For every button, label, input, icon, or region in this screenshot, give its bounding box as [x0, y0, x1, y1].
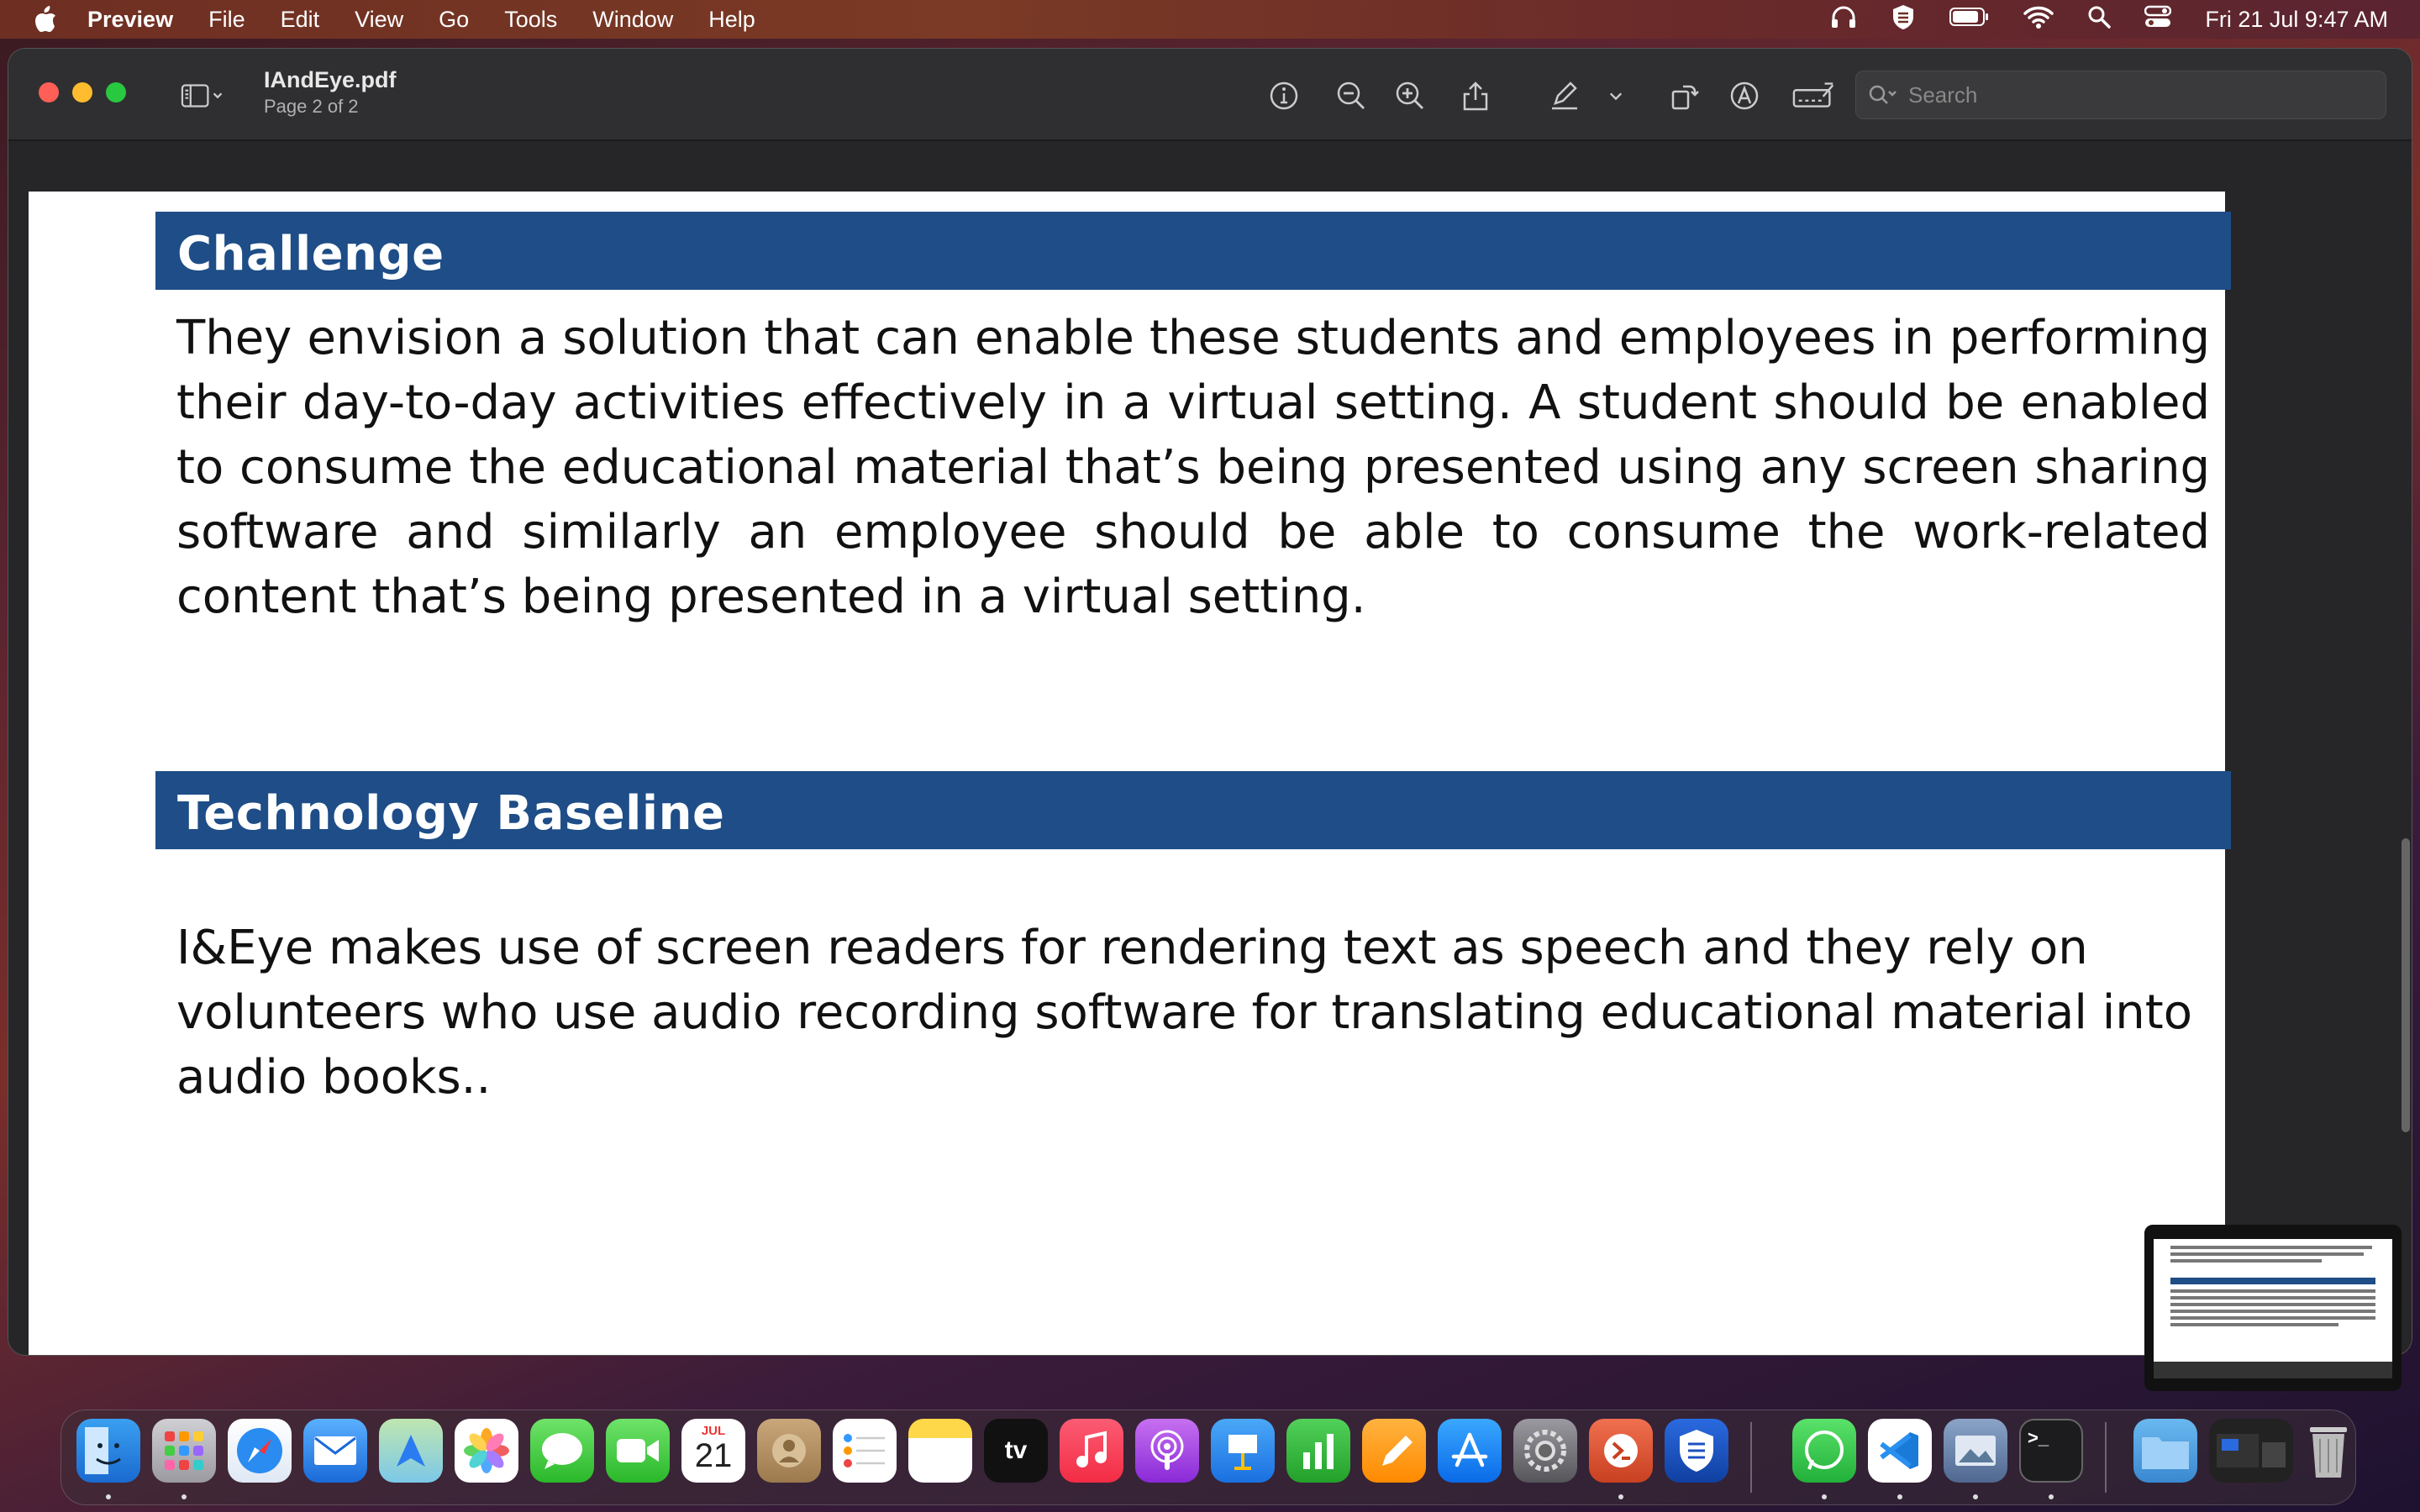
form-fill-icon[interactable] — [1791, 77, 1839, 114]
close-window-button[interactable] — [39, 82, 59, 102]
preview-app-icon[interactable] — [1944, 1419, 2007, 1483]
menu-bar: Preview File Edit View Go Tools Window H… — [0, 0, 2420, 39]
share-icon[interactable] — [1457, 77, 1494, 114]
sidebar-toggle-button[interactable] — [173, 77, 234, 114]
calendar-day: 21 — [694, 1437, 733, 1474]
downloads-folder-icon[interactable] — [2133, 1419, 2197, 1483]
running-indicator — [2049, 1494, 2054, 1499]
vscode-icon[interactable] — [1868, 1419, 1932, 1483]
photos-icon[interactable] — [455, 1419, 518, 1483]
menu-window[interactable]: Window — [592, 7, 673, 33]
vertical-scrollbar[interactable] — [2402, 838, 2410, 1132]
section-heading: Challenge — [177, 227, 445, 281]
menu-go[interactable]: Go — [439, 7, 469, 33]
messages-icon[interactable] — [530, 1419, 594, 1483]
calendar-month: JUL — [701, 1424, 726, 1438]
apple-tv-icon[interactable]: tv — [984, 1419, 1048, 1483]
menu-app-name[interactable]: Preview — [87, 7, 173, 33]
apple-menu-icon[interactable] — [29, 5, 62, 34]
section-body-challenge: They envision a solution that can enable… — [176, 311, 2210, 624]
terminal-prompt: >_ — [2028, 1427, 2049, 1448]
running-indicator — [106, 1494, 111, 1499]
menu-help[interactable]: Help — [708, 7, 755, 33]
section-body-technology-baseline: I&Eye makes use of screen readers for re… — [176, 921, 2192, 1105]
section-heading: Technology Baseline — [177, 786, 725, 841]
pages-icon[interactable] — [1362, 1419, 1426, 1483]
page-indicator: Page 2 of 2 — [264, 96, 359, 117]
dock-divider — [2105, 1422, 2107, 1493]
zoom-window-button[interactable] — [106, 82, 126, 102]
markup-circle-icon[interactable] — [1726, 77, 1763, 114]
recent-window-icon[interactable] — [2209, 1419, 2293, 1483]
system-settings-icon[interactable] — [1513, 1419, 1577, 1483]
rotate-icon[interactable] — [1665, 77, 1702, 114]
menu-tools[interactable]: Tools — [504, 7, 557, 33]
numbers-icon[interactable] — [1286, 1419, 1350, 1483]
window-toolbar: IAndEye.pdf Page 2 of 2 — [8, 49, 2412, 141]
vpn-shield-icon[interactable] — [1665, 1419, 1728, 1483]
running-indicator — [1618, 1494, 1623, 1499]
chevron-down-icon[interactable] — [1603, 77, 1628, 114]
search-input[interactable] — [1907, 81, 2364, 109]
spotlight-search-icon[interactable] — [2087, 5, 2112, 34]
section-header-challenge: Challenge — [155, 212, 2231, 290]
dock: JUL 21 tv >_ — [60, 1410, 2356, 1505]
facetime-icon[interactable] — [606, 1419, 670, 1483]
section-header-technology-baseline: Technology Baseline — [155, 771, 2231, 849]
whatsapp-icon[interactable] — [1792, 1419, 1856, 1483]
podcasts-icon[interactable] — [1135, 1419, 1199, 1483]
minimize-window-button[interactable] — [72, 82, 92, 102]
menu-view[interactable]: View — [355, 7, 403, 33]
terminal-icon[interactable]: >_ — [2019, 1419, 2083, 1483]
menu-edit[interactable]: Edit — [281, 7, 320, 33]
safari-icon[interactable] — [228, 1419, 292, 1483]
remote-desktop-icon[interactable] — [1589, 1419, 1653, 1483]
dock-divider — [1750, 1422, 1752, 1493]
maps-icon[interactable] — [379, 1419, 443, 1483]
zoom-out-icon[interactable] — [1333, 77, 1370, 114]
menubar-clock[interactable]: Fri 21 Jul 9:47 AM — [2205, 7, 2388, 33]
markup-pen-icon[interactable] — [1546, 77, 1583, 114]
reminders-icon[interactable] — [833, 1419, 897, 1483]
running-indicator — [1973, 1494, 1978, 1499]
battery-icon[interactable] — [1949, 7, 1990, 33]
launchpad-icon[interactable] — [152, 1419, 216, 1483]
notes-icon[interactable] — [908, 1419, 972, 1483]
contacts-icon[interactable] — [757, 1419, 821, 1483]
search-icon — [1868, 83, 1898, 107]
running-indicator — [182, 1494, 187, 1499]
control-center-icon[interactable] — [2144, 5, 2172, 34]
tv-label: tv — [1004, 1436, 1028, 1464]
running-indicator — [1822, 1494, 1827, 1499]
headphones-icon[interactable] — [1830, 4, 1857, 35]
screenshot-thumbnail[interactable] — [2144, 1225, 2402, 1391]
shield-status-icon[interactable] — [1891, 3, 1916, 36]
finder-icon[interactable] — [76, 1419, 140, 1483]
zoom-in-icon[interactable] — [1392, 77, 1428, 114]
running-indicator — [1897, 1494, 1902, 1499]
document-title: IAndEye.pdf — [264, 67, 397, 92]
info-icon[interactable] — [1265, 77, 1302, 114]
thumbnail-page — [2154, 1239, 2392, 1378]
app-store-icon[interactable] — [1438, 1419, 1502, 1483]
mail-icon[interactable] — [303, 1419, 367, 1483]
menu-file[interactable]: File — [208, 7, 245, 33]
calendar-icon[interactable]: JUL 21 — [681, 1419, 745, 1483]
music-icon[interactable] — [1060, 1419, 1123, 1483]
keynote-icon[interactable] — [1211, 1419, 1275, 1483]
search-field[interactable] — [1855, 71, 2386, 119]
wifi-icon[interactable] — [2023, 5, 2054, 34]
trash-icon[interactable] — [2296, 1419, 2360, 1483]
